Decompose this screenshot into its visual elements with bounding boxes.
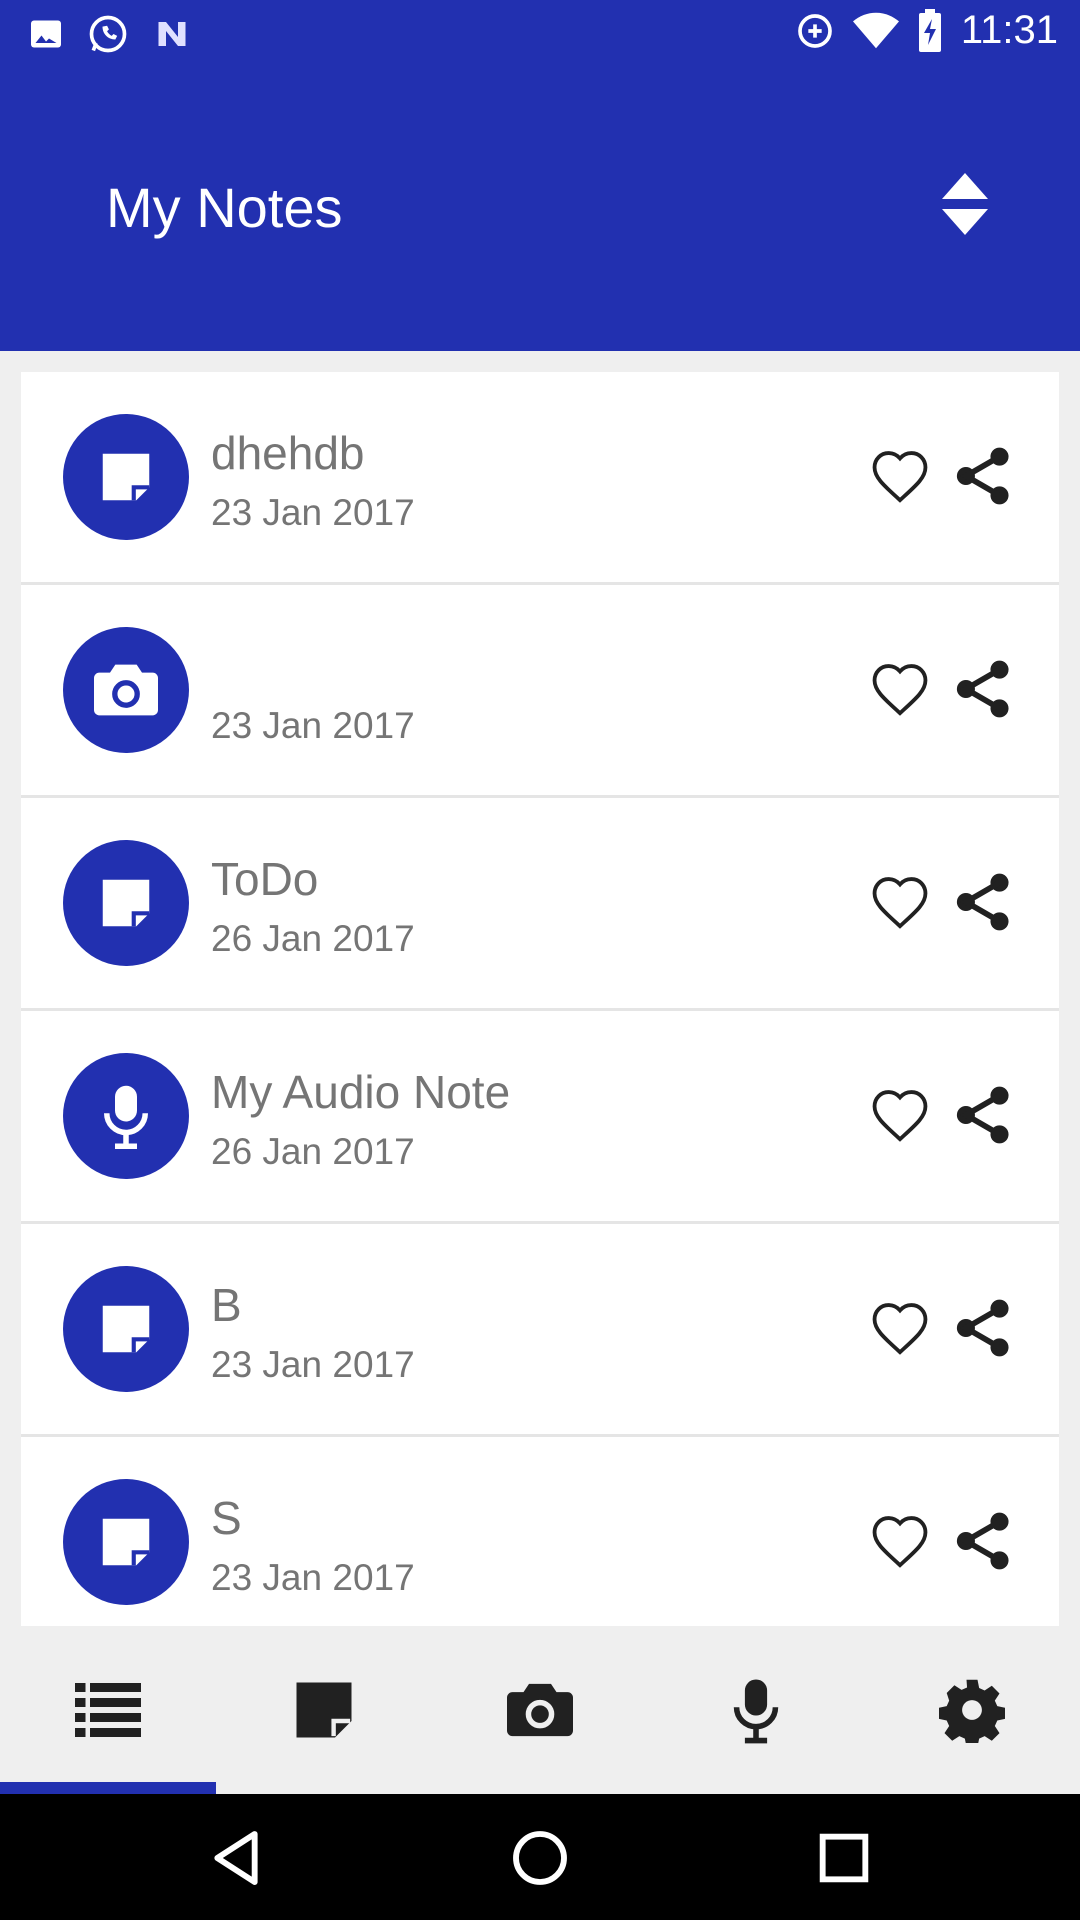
whatsapp-icon <box>89 15 127 53</box>
note-date: 26 Jan 2017 <box>211 918 415 959</box>
favorite-button[interactable] <box>869 1300 931 1356</box>
favorite-button[interactable] <box>869 1087 931 1143</box>
share-icon <box>956 447 1009 505</box>
list-item[interactable]: My Audio Note 26 Jan 2017 <box>21 1011 1059 1221</box>
recents-button[interactable] <box>812 1826 876 1890</box>
heart-outline-icon <box>872 1516 928 1568</box>
list-icon <box>75 1683 141 1737</box>
favorite-button[interactable] <box>869 1513 931 1569</box>
nav-tab-notes[interactable] <box>216 1626 432 1794</box>
note-type-badge <box>63 1266 189 1392</box>
share-icon <box>956 1299 1009 1357</box>
sort-button[interactable] <box>930 169 1000 249</box>
nav-tab-camera[interactable] <box>432 1626 648 1794</box>
share-button[interactable] <box>953 444 1015 508</box>
share-icon <box>956 873 1009 931</box>
microphone-icon <box>104 1085 148 1149</box>
nav-tab-settings[interactable] <box>864 1626 1080 1794</box>
back-icon <box>214 1831 258 1885</box>
heart-outline-icon <box>872 451 928 503</box>
image-icon <box>31 20 61 48</box>
share-icon <box>956 660 1009 718</box>
selected-tab-indicator <box>0 1782 216 1794</box>
share-icon <box>956 1512 1009 1570</box>
n-icon <box>158 22 186 46</box>
page-title: My Notes <box>106 176 343 239</box>
list-item[interactable]: dhehdb 23 Jan 2017 <box>21 372 1059 582</box>
system-nav-bar <box>0 1794 1080 1920</box>
note-icon <box>102 879 150 927</box>
battery-charging-icon <box>918 8 941 52</box>
note-date: 23 Jan 2017 <box>211 492 415 533</box>
status-bar: 11:31 <box>0 0 1080 63</box>
app-bar: My Notes <box>0 63 1080 351</box>
note-icon <box>102 453 150 501</box>
share-button[interactable] <box>953 1509 1015 1573</box>
note-date: 23 Jan 2017 <box>211 1344 415 1385</box>
heart-outline-icon <box>872 877 928 929</box>
share-button[interactable] <box>953 1296 1015 1360</box>
note-date: 23 Jan 2017 <box>211 705 415 746</box>
data-saver-icon <box>798 13 832 48</box>
home-button[interactable] <box>508 1826 572 1890</box>
camera-icon <box>94 664 158 716</box>
note-title: dhehdb <box>211 427 365 479</box>
home-icon <box>513 1831 567 1885</box>
heart-outline-icon <box>872 664 928 716</box>
bottom-navigation <box>0 1626 1080 1794</box>
sort-up-down-icon <box>942 173 988 235</box>
favorite-button[interactable] <box>869 448 931 504</box>
share-button[interactable] <box>953 870 1015 934</box>
heart-outline-icon <box>872 1090 928 1142</box>
note-title: B <box>211 1279 242 1331</box>
note-type-badge <box>63 414 189 540</box>
share-icon <box>956 1086 1009 1144</box>
note-type-badge <box>63 1053 189 1179</box>
note-type-badge <box>63 840 189 966</box>
list-item[interactable]: B 23 Jan 2017 <box>21 1224 1059 1434</box>
back-button[interactable] <box>204 1826 268 1890</box>
note-type-badge <box>63 627 189 753</box>
camera-icon <box>507 1683 573 1737</box>
favorite-button[interactable] <box>869 874 931 930</box>
note-icon <box>296 1682 352 1738</box>
note-title: My Audio Note <box>211 1066 511 1118</box>
microphone-icon <box>733 1679 779 1744</box>
note-icon <box>102 1305 150 1353</box>
notes-list[interactable]: dhehdb 23 Jan 2017 23 Jan 2017 ToDo 26 J… <box>21 372 1059 1626</box>
favorite-button[interactable] <box>869 661 931 717</box>
nav-tab-audio[interactable] <box>648 1626 864 1794</box>
nav-tab-list[interactable] <box>0 1626 216 1794</box>
list-item[interactable]: ToDo 26 Jan 2017 <box>21 798 1059 1008</box>
list-item[interactable]: 23 Jan 2017 <box>21 585 1059 795</box>
status-time: 11:31 <box>960 8 1058 52</box>
heart-outline-icon <box>872 1303 928 1355</box>
note-title: S <box>211 1492 242 1544</box>
share-button[interactable] <box>953 657 1015 721</box>
note-type-badge <box>63 1479 189 1605</box>
list-item[interactable]: S 23 Jan 2017 <box>21 1437 1059 1626</box>
gear-icon <box>939 1679 1005 1743</box>
note-date: 26 Jan 2017 <box>211 1131 415 1172</box>
note-date: 23 Jan 2017 <box>211 1557 415 1598</box>
share-button[interactable] <box>953 1083 1015 1147</box>
note-icon <box>102 1518 150 1566</box>
recents-icon <box>819 1833 869 1883</box>
note-title: ToDo <box>211 853 319 905</box>
wifi-icon <box>852 12 899 48</box>
